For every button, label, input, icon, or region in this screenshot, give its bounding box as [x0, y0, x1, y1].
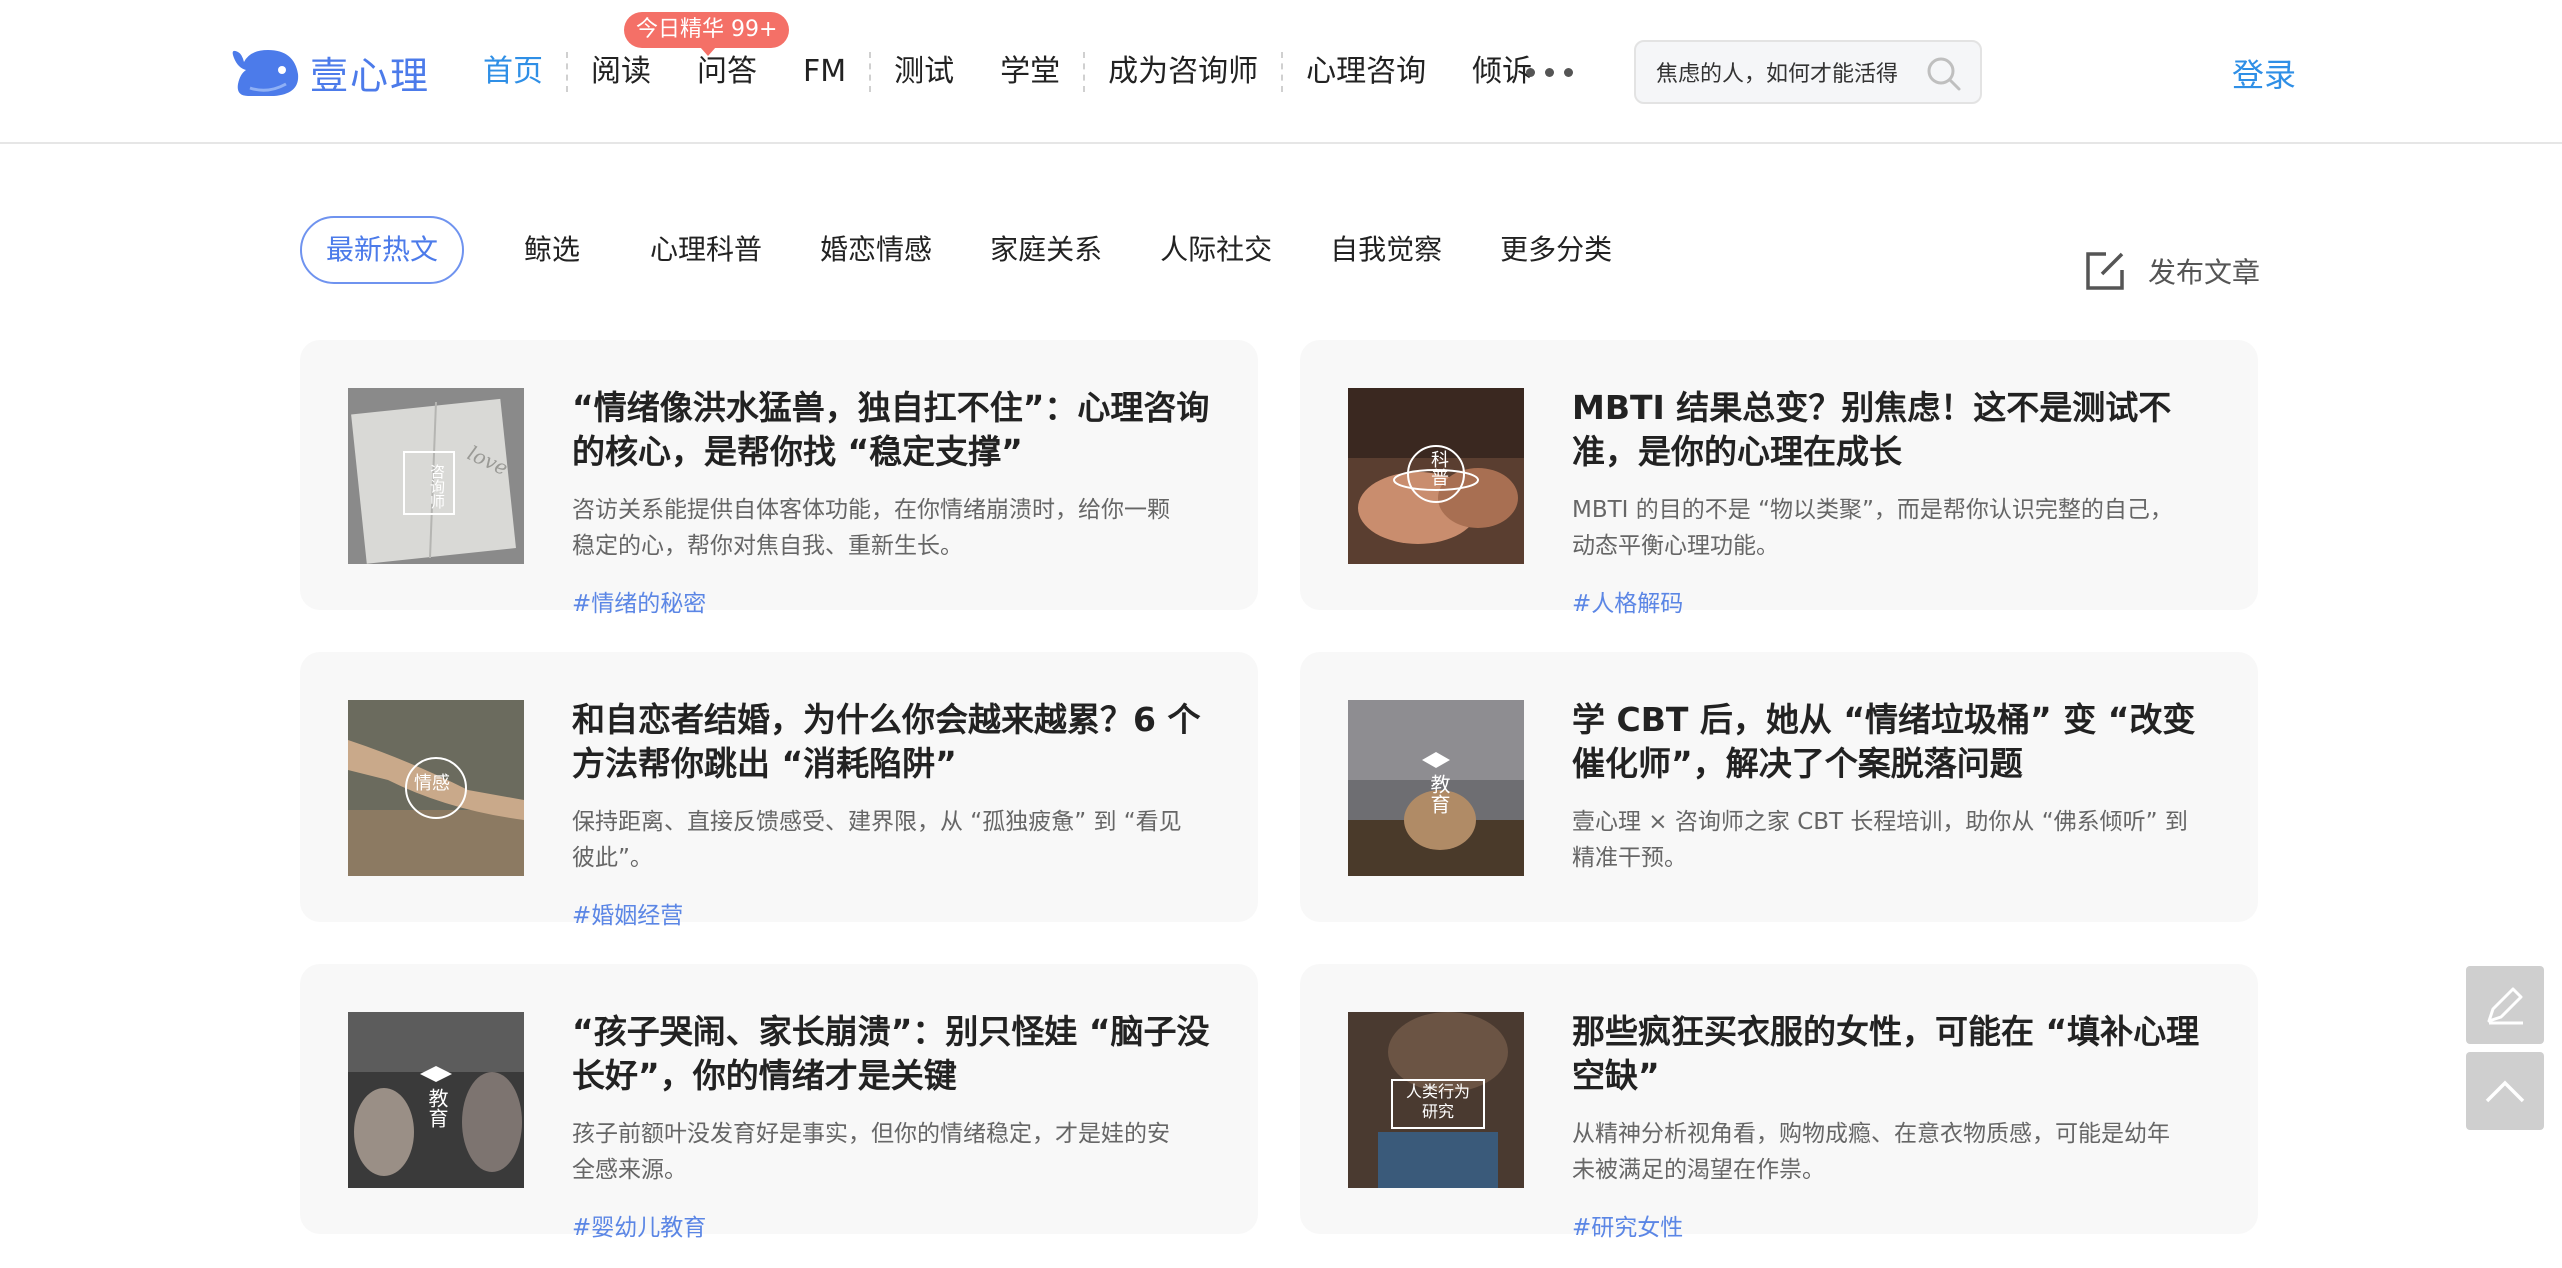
pen-icon: [2487, 987, 2523, 1025]
thumbnail-label: 咨询师: [428, 464, 446, 509]
article-title[interactable]: “情绪像洪水猛兽，独自扛不住”：心理咨询的核心，是帮你找 “稳定支撑”: [572, 386, 1212, 474]
article-tag[interactable]: #人格解码: [1572, 584, 1683, 618]
ellipsis-icon[interactable]: [1526, 58, 1573, 77]
article-card[interactable]: love 咨询师 “情绪像洪水猛兽，独自扛不住”：心理咨询的核心，是帮你找 “稳…: [300, 340, 1258, 617]
back-to-top-button[interactable]: [2466, 1052, 2544, 1130]
article-summary: 孩子前额叶没发育好是事实，但你的情绪稳定，才是娃的安全感来源。: [572, 1121, 1170, 1183]
tab-whale-picks[interactable]: 鲸选: [524, 216, 580, 284]
article-card[interactable]: 教育 学 CBT 后，她从 “情绪垃圾桶” 变 “改变催化师”，解决了个案脱落问…: [1300, 652, 2258, 922]
nav-counseling[interactable]: 心理咨询: [1283, 46, 1449, 98]
article-summary: MBTI 的目的不是 “物以类聚”，而是帮你认识完整的自己，动态平衡心理功能。: [1572, 497, 2173, 559]
article-thumbnail: 科普: [1348, 388, 1524, 564]
search-box[interactable]: [1634, 40, 1982, 104]
tab-latest-hot[interactable]: 最新热文: [300, 216, 465, 284]
article-summary: 壹心理 × 咨询师之家 CBT 长程培训，助你从 “佛系倾听” 到精准干预。: [1572, 809, 2188, 871]
article-title[interactable]: 学 CBT 后，她从 “情绪垃圾桶” 变 “改变催化师”，解决了个案脱落问题: [1572, 698, 2212, 786]
article-thumbnail: 教育: [348, 1012, 524, 1188]
article-card[interactable]: 情感 和自恋者结婚，为什么你会越来越累？6 个方法帮你跳出 “消耗陷阱” 保持距…: [300, 652, 1258, 929]
thumbnail-label: 人类行为研究: [1405, 1082, 1470, 1121]
article-thumbnail: 教育: [1348, 700, 1524, 876]
nav-test[interactable]: 测试: [871, 46, 977, 98]
tab-social[interactable]: 人际社交: [1160, 216, 1272, 284]
edit-icon: [2086, 252, 2124, 290]
nav-qa[interactable]: 问答: [674, 46, 780, 98]
search-input[interactable]: [1656, 59, 1936, 85]
main-nav: 首页 阅读 问答 FM 测试 学堂 成为咨询师 心理咨询 倾诉: [460, 46, 1555, 98]
tab-self-awareness[interactable]: 自我觉察: [1330, 216, 1442, 284]
nav-read[interactable]: 阅读: [568, 46, 674, 98]
tab-family[interactable]: 家庭关系: [990, 216, 1102, 284]
logo-text: 壹心理: [310, 53, 431, 98]
nav-academy[interactable]: 学堂: [977, 46, 1083, 98]
logo[interactable]: 壹心理: [228, 40, 430, 104]
nav-qa-label: 问答: [697, 54, 757, 89]
tab-more-categories[interactable]: 更多分类: [1500, 216, 1612, 284]
article-thumbnail: love 咨询师: [348, 388, 524, 564]
login-button[interactable]: 登录: [2232, 50, 2296, 96]
category-tabs: 最新热文 鲸选 心理科普 婚恋情感 家庭关系 人际社交 自我觉察 更多分类: [300, 216, 1670, 284]
article-tag[interactable]: #情绪的秘密: [572, 584, 706, 618]
nav-become-counselor[interactable]: 成为咨询师: [1085, 46, 1281, 98]
nav-home[interactable]: 首页: [460, 46, 566, 98]
article-thumbnail: 人类行为研究: [1348, 1012, 1524, 1188]
article-summary: 从精神分析视角看，购物成瘾、在意衣物质感，可能是幼年未被满足的渴望在作祟。: [1572, 1121, 2170, 1183]
float-edit-button[interactable]: [2466, 966, 2544, 1044]
thumbnail-label: 教育: [425, 1088, 449, 1128]
article-card[interactable]: 人类行为研究 那些疯狂买衣服的女性，可能在 “填补心理空缺” 从精神分析视角看，…: [1300, 964, 2258, 1241]
thumbnail-label: 情感: [414, 773, 450, 794]
article-title[interactable]: MBTI 结果总变？别焦虑！这不是测试不准，是你的心理在成长: [1572, 386, 2212, 474]
qa-daily-badge[interactable]: 今日精华 99+: [624, 12, 790, 56]
top-header: 壹心理 首页 阅读 问答 FM 测试 学堂 成为咨询师 心理咨询 倾诉 今日精华…: [0, 0, 2562, 144]
search-icon[interactable]: [1926, 56, 1962, 92]
tab-psych-science[interactable]: 心理科普: [650, 216, 762, 284]
article-title[interactable]: “孩子哭闹、家长崩溃”：别只怪娃 “脑子没长好”，你的情绪才是关键: [572, 1010, 1212, 1098]
article-title[interactable]: 和自恋者结婚，为什么你会越来越累？6 个方法帮你跳出 “消耗陷阱”: [572, 698, 1212, 786]
article-tag[interactable]: #研究女性: [1572, 1208, 1683, 1242]
article-card[interactable]: 科普 MBTI 结果总变？别焦虑！这不是测试不准，是你的心理在成长 MBTI 的…: [1300, 340, 2258, 617]
publish-article-button[interactable]: 发布文章: [2082, 244, 2260, 298]
article-thumbnail: 情感: [348, 700, 524, 876]
whale-logo-icon: [232, 50, 299, 96]
article-title[interactable]: 那些疯狂买衣服的女性，可能在 “填补心理空缺”: [1572, 1010, 2212, 1098]
article-tag[interactable]: #婚姻经营: [572, 896, 683, 930]
article-summary: 保持距离、直接反馈感受、建界限，从 “孤独疲惫” 到 “看见彼此”。: [572, 809, 1182, 871]
tab-love-marriage[interactable]: 婚恋情感: [820, 216, 932, 284]
chevron-up-icon: [2485, 1080, 2525, 1103]
thumbnail-label: 教育: [1427, 774, 1451, 814]
article-tag[interactable]: #婴幼儿教育: [572, 1208, 706, 1242]
nav-fm[interactable]: FM: [780, 46, 869, 98]
article-card[interactable]: 教育 “孩子哭闹、家长崩溃”：别只怪娃 “脑子没长好”，你的情绪才是关键 孩子前…: [300, 964, 1258, 1241]
publish-article-label: 发布文章: [2148, 256, 2261, 289]
article-summary: 咨访关系能提供自体客体功能，在你情绪崩溃时，给你一颗稳定的心，帮你对焦自我、重新…: [572, 497, 1170, 559]
thumbnail-label: 科普: [1428, 450, 1449, 486]
